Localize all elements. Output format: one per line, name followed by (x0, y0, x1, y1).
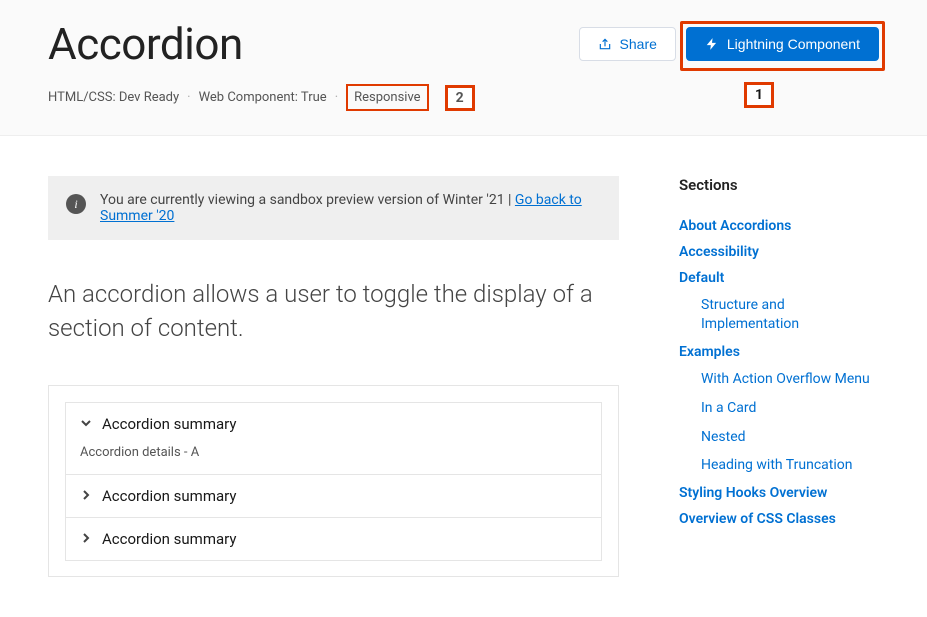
toc-link[interactable]: Examples (679, 344, 879, 360)
intro-text: An accordion allows a user to toggle the… (48, 278, 619, 345)
toc-sublink[interactable]: In a Card (679, 399, 879, 418)
badge-web-component: Web Component: True (199, 90, 327, 105)
content-area: i You are currently viewing a sandbox pr… (0, 136, 927, 617)
notice-prefix: You are currently viewing a sandbox prev… (100, 192, 515, 208)
toc-sublink[interactable]: Nested (679, 428, 879, 447)
badge-html-css: HTML/CSS: Dev Ready (48, 90, 179, 105)
accordion-details: Accordion details - A (66, 445, 601, 474)
chevron-right-icon (80, 487, 92, 505)
notice-text: You are currently viewing a sandbox prev… (100, 192, 601, 224)
header-actions: Share Lightning Component 1 (579, 27, 879, 61)
sidebar-toc: Sections About Accordions Accessibility De… (679, 176, 879, 577)
accordion-item: Accordion summary Accordion details - A (65, 402, 602, 475)
toc-link[interactable]: Default (679, 270, 879, 286)
toc-heading: Sections (679, 176, 879, 194)
accordion-item: Accordion summary (65, 474, 602, 518)
info-icon: i (66, 194, 86, 214)
accordion-summary-label: Accordion summary (102, 415, 236, 433)
toc-sublink[interactable]: Structure and Implementation (679, 296, 879, 334)
chevron-right-icon (80, 530, 92, 548)
main-column: i You are currently viewing a sandbox pr… (48, 176, 619, 577)
badge-separator: · (335, 90, 338, 105)
badge-separator: · (187, 90, 190, 105)
badge-responsive: Responsive (346, 84, 429, 111)
page-header: Accordion Share Lightning Component 1 HT… (0, 0, 927, 136)
toc-sublink[interactable]: Heading with Truncation (679, 456, 879, 475)
toc-link[interactable]: Styling Hooks Overview (679, 485, 879, 501)
lightning-button-label: Lightning Component (727, 36, 860, 52)
accordion-summary-label: Accordion summary (102, 487, 236, 505)
page-title: Accordion (48, 18, 243, 70)
lightning-icon (705, 37, 719, 51)
toc-link[interactable]: About Accordions (679, 218, 879, 234)
toc-sublink[interactable]: With Action Overflow Menu (679, 370, 879, 389)
toc-list: About Accordions Accessibility Default Stru… (679, 218, 879, 527)
toc-link[interactable]: Accessibility (679, 244, 879, 260)
status-badges: HTML/CSS: Dev Ready · Web Component: Tru… (48, 84, 879, 111)
header-top-row: Accordion Share Lightning Component 1 (48, 18, 879, 70)
accordion-summary-label: Accordion summary (102, 530, 236, 548)
annotation-marker-2: 2 (445, 85, 475, 111)
share-button-label: Share (620, 36, 657, 52)
share-button[interactable]: Share (579, 27, 676, 61)
sandbox-notice: i You are currently viewing a sandbox pr… (48, 176, 619, 240)
accordion-example: Accordion summary Accordion details - A … (48, 385, 619, 577)
toc-link[interactable]: Overview of CSS Classes (679, 511, 879, 527)
accordion-toggle[interactable]: Accordion summary (66, 518, 601, 560)
accordion-item: Accordion summary (65, 517, 602, 561)
chevron-down-icon (80, 415, 92, 433)
accordion-toggle[interactable]: Accordion summary (66, 475, 601, 517)
accordion-toggle[interactable]: Accordion summary (66, 403, 601, 445)
share-icon (598, 37, 612, 51)
lightning-component-button[interactable]: Lightning Component (686, 27, 879, 61)
